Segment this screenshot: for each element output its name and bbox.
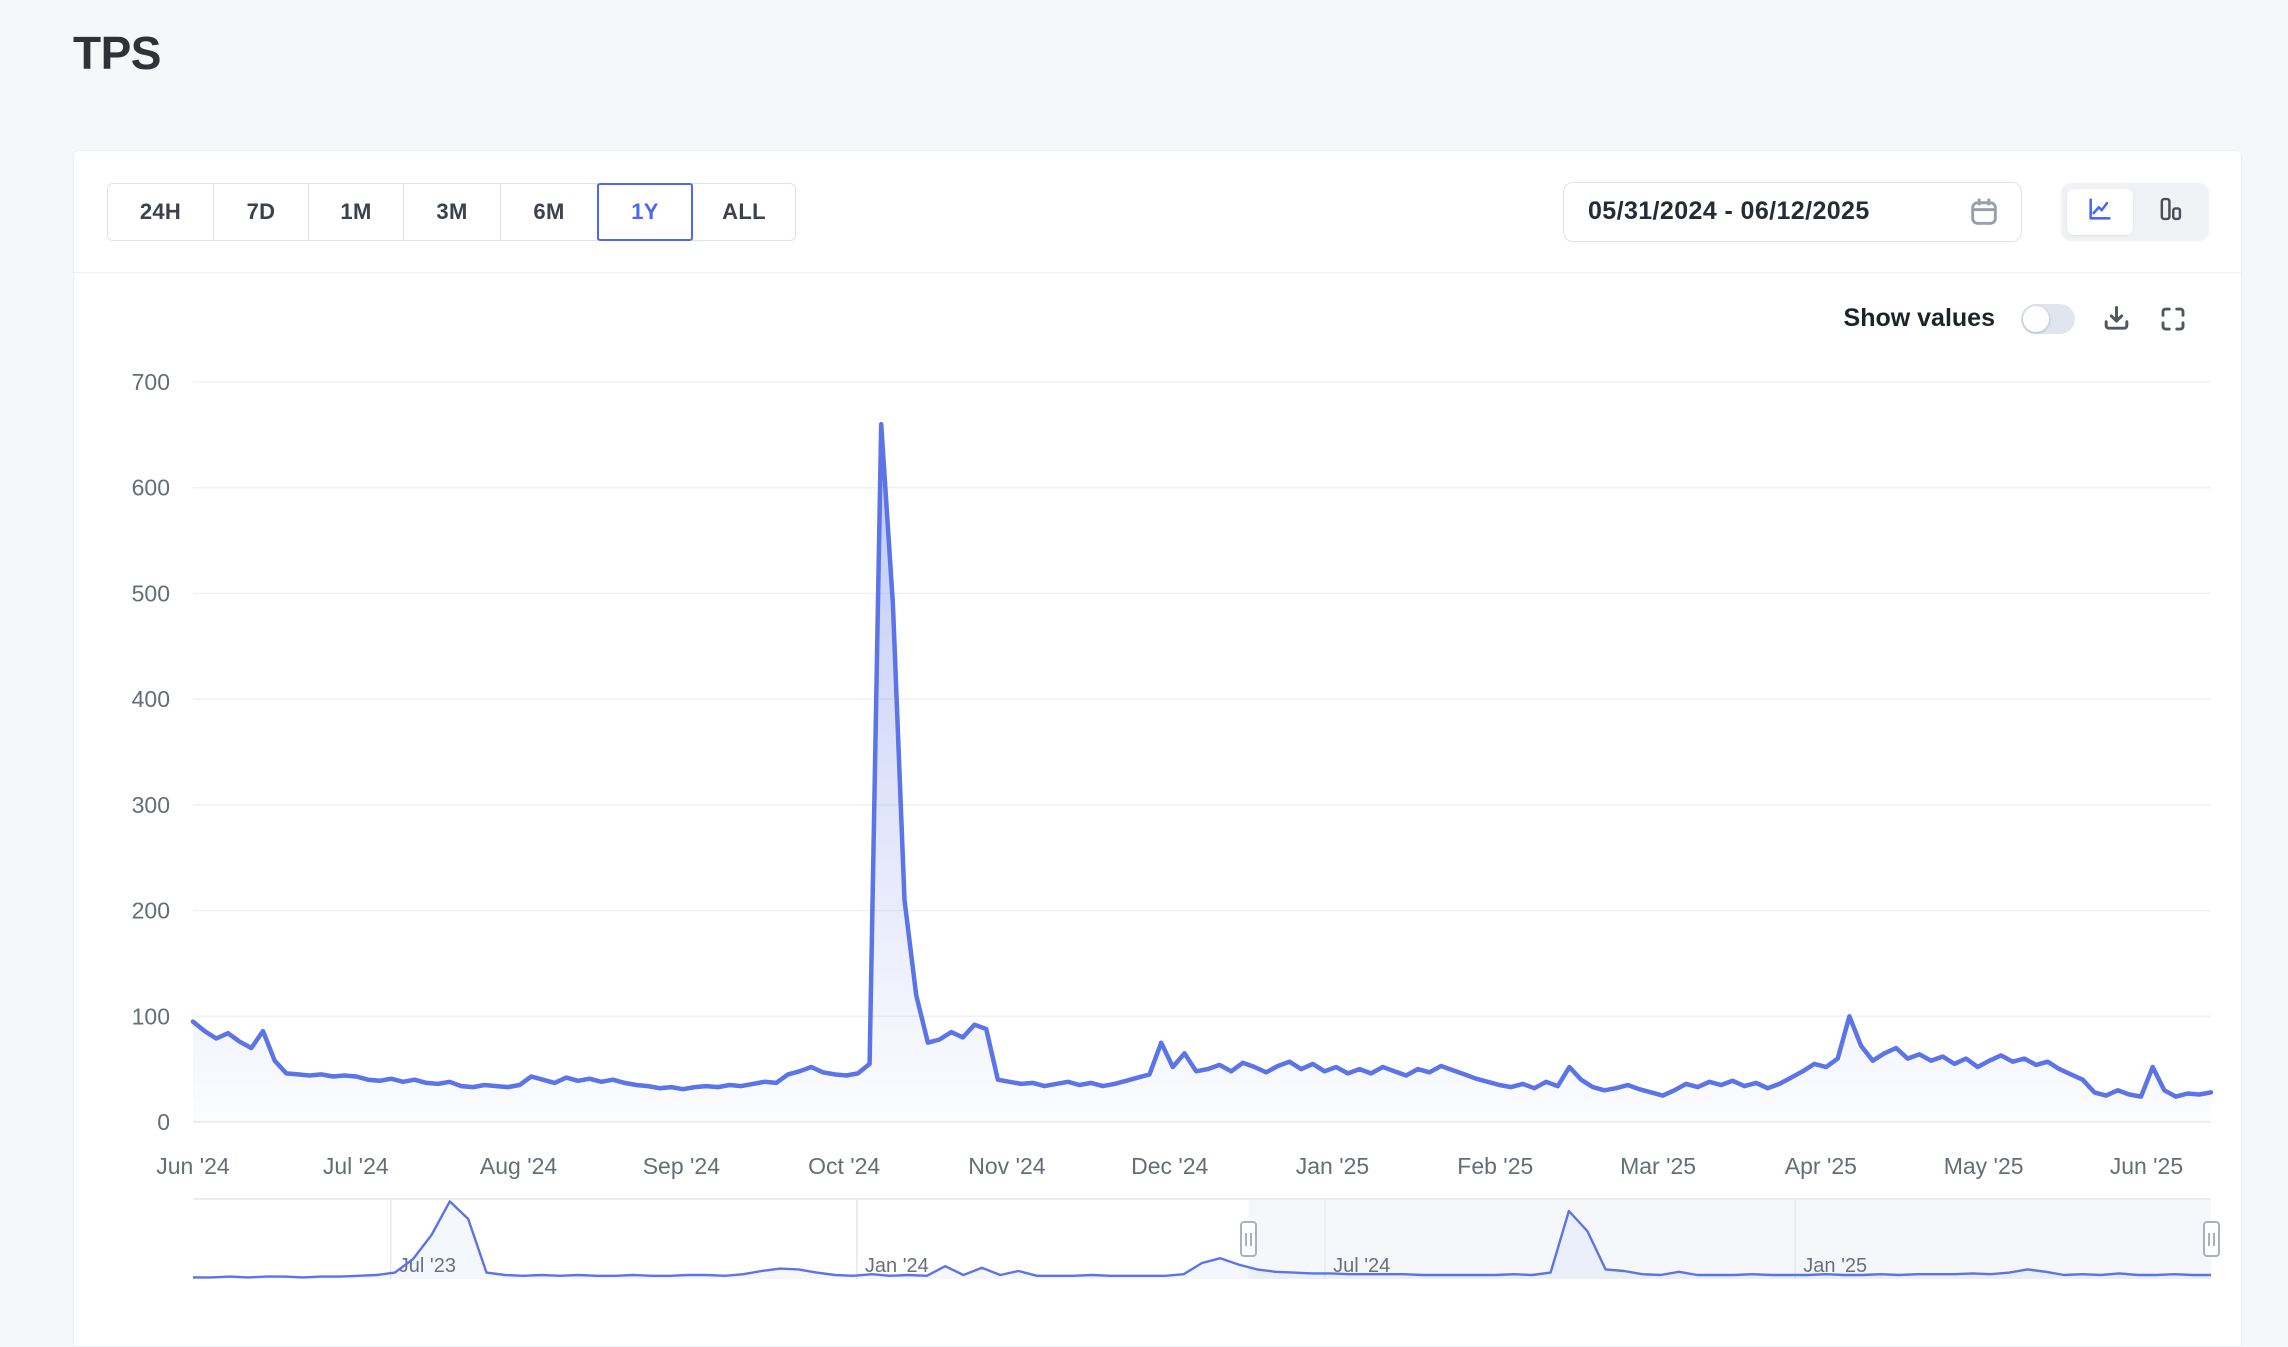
navigator-left-handle[interactable] xyxy=(1240,1221,1257,1257)
range-button-all[interactable]: ALL xyxy=(692,183,796,241)
line-chart-icon xyxy=(2086,195,2114,228)
x-tick-label: Oct '24 xyxy=(808,1153,880,1179)
y-tick-label: 700 xyxy=(132,369,170,395)
page: { "page": { "title": "TPS" }, "toolbar":… xyxy=(0,0,2288,1347)
x-tick-label: Jun '24 xyxy=(156,1153,230,1179)
time-range-group: 24H7D1M3M6M1YALL xyxy=(107,183,796,241)
x-tick-label: Jun '25 xyxy=(2110,1153,2183,1179)
x-tick-label: May '25 xyxy=(1944,1153,2024,1179)
range-button-3m[interactable]: 3M xyxy=(403,183,501,241)
series-line xyxy=(193,424,2211,1096)
x-tick-label: Jul '24 xyxy=(323,1153,389,1179)
range-button-6m[interactable]: 6M xyxy=(500,183,598,241)
range-button-1m[interactable]: 1M xyxy=(308,183,404,241)
fullscreen-button[interactable] xyxy=(2158,304,2188,334)
navigator-selection[interactable] xyxy=(1248,1199,2211,1279)
x-tick-label: Apr '25 xyxy=(1785,1153,1857,1179)
y-tick-label: 100 xyxy=(132,1003,170,1029)
chart-type-switcher xyxy=(2061,183,2209,241)
chart-type-bar-option[interactable] xyxy=(2137,189,2203,235)
y-tick-label: 300 xyxy=(132,792,170,818)
calendar-icon xyxy=(1967,195,2001,229)
x-tick-label: Dec '24 xyxy=(1131,1153,1208,1179)
x-tick-label: Sep '24 xyxy=(643,1153,720,1179)
y-tick-label: 600 xyxy=(132,475,170,501)
chart-toolbar: 24H7D1M3M6M1YALL 05/31/2024 - 06/12/2025 xyxy=(74,151,2241,273)
y-tick-label: 500 xyxy=(132,580,170,606)
x-tick-label: Aug '24 xyxy=(480,1153,557,1179)
toggle-knob xyxy=(2023,306,2049,332)
x-tick-label: Mar '25 xyxy=(1620,1153,1696,1179)
chart-type-line-option[interactable] xyxy=(2067,189,2133,235)
x-tick-label: Nov '24 xyxy=(968,1153,1045,1179)
chart-card: 24H7D1M3M6M1YALL 05/31/2024 - 06/12/2025 xyxy=(73,150,2242,1347)
range-button-1y[interactable]: 1Y xyxy=(597,183,693,241)
show-values-toggle[interactable] xyxy=(2021,304,2075,334)
show-values-label: Show values xyxy=(1844,304,1995,333)
tps-area-chart: 0 100 200 300 400 500 600 700 Jun '24 Jul '24 Aug … xyxy=(74,273,2241,1347)
bar-chart-icon xyxy=(2156,195,2184,228)
download-button[interactable] xyxy=(2101,303,2132,334)
y-tick-label: 0 xyxy=(157,1109,170,1135)
y-tick-label: 400 xyxy=(132,686,170,712)
x-tick-label: Jan '25 xyxy=(1296,1153,1369,1179)
download-icon xyxy=(2101,303,2132,334)
navigator-right-handle[interactable] xyxy=(2203,1221,2220,1257)
chart-area: Show values 0 100 200 300 400 500 600 700 Jun '2… xyxy=(74,273,2241,1347)
x-tick-label: Feb '25 xyxy=(1457,1153,1533,1179)
chart-controls: Show values xyxy=(1844,303,2188,334)
page-title: TPS xyxy=(73,26,161,80)
range-button-7d[interactable]: 7D xyxy=(213,183,309,241)
date-range-picker[interactable]: 05/31/2024 - 06/12/2025 xyxy=(1563,182,2022,242)
date-range-value: 05/31/2024 - 06/12/2025 xyxy=(1588,197,1870,226)
series-area xyxy=(193,424,2211,1122)
y-tick-label: 200 xyxy=(132,898,170,924)
range-button-24h[interactable]: 24H xyxy=(107,183,214,241)
fullscreen-icon xyxy=(2158,304,2188,334)
